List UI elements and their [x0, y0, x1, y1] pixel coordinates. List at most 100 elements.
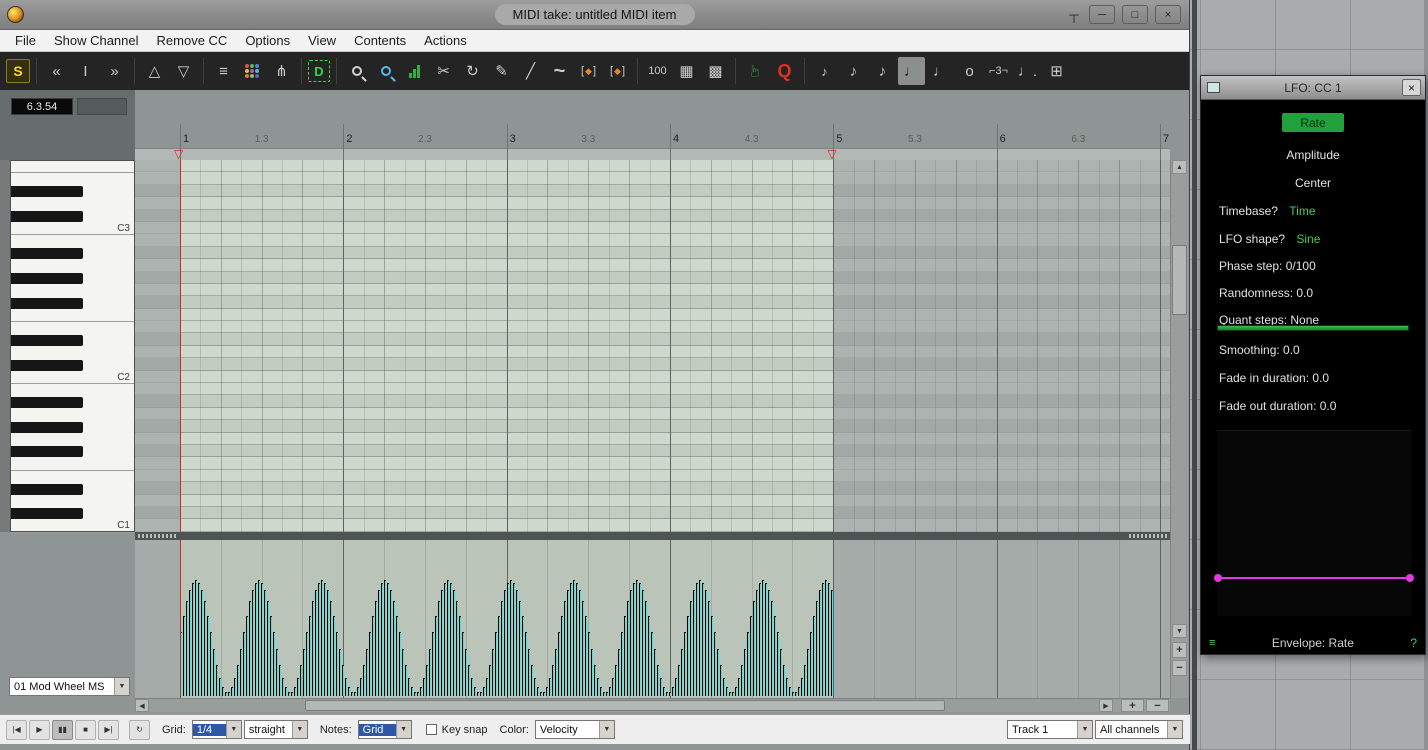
- piano-key-gs1[interactable]: [11, 421, 134, 433]
- grid-divide-button[interactable]: ▦: [673, 57, 700, 85]
- cc-lane-select[interactable]: 01 Mod Wheel MS ▼: [9, 677, 130, 696]
- lfo-titlebar[interactable]: LFO: CC 1 ×: [1201, 76, 1425, 100]
- note-colors-button[interactable]: [239, 57, 266, 85]
- lfo-timebase-value[interactable]: Time: [1289, 204, 1315, 218]
- velocity-stalks-button[interactable]: [401, 57, 428, 85]
- piano-key-as1[interactable]: [11, 396, 134, 408]
- piano-key-d3[interactable]: [11, 198, 134, 210]
- lfo-help-icon[interactable]: ?: [1410, 636, 1417, 650]
- menu-item-file[interactable]: File: [6, 31, 45, 50]
- note-length-2-button[interactable]: ♩: [927, 57, 954, 85]
- notes-grid-select[interactable]: Grid ▼: [358, 720, 412, 739]
- loop-marker-start[interactable]: ▽: [174, 147, 183, 160]
- horizontal-scroll-thumb[interactable]: [305, 700, 945, 711]
- piano-key-f1[interactable]: [11, 458, 134, 470]
- piano-key-g2[interactable]: [11, 285, 134, 297]
- piano-key-e3[interactable]: [11, 173, 134, 185]
- loop-marker-strip[interactable]: [135, 148, 1170, 160]
- pin-icon[interactable]: ┬: [1066, 7, 1082, 22]
- piano-key-a1[interactable]: [11, 409, 134, 421]
- piano-key-g1[interactable]: [11, 434, 134, 446]
- lfo-envelope-point-end[interactable]: [1406, 574, 1414, 582]
- note-chase-button[interactable]: ⋔: [268, 57, 295, 85]
- reverse-notes-button[interactable]: ↻: [459, 57, 486, 85]
- piano-key-d2[interactable]: [11, 347, 134, 359]
- channel-select[interactable]: All channels ▼: [1095, 720, 1183, 739]
- scroll-left-button[interactable]: ◀: [135, 699, 149, 712]
- scroll-right-button[interactable]: ▶: [1099, 699, 1113, 712]
- timeline-ruler[interactable]: 11.322.333.344.355.366.37▽▽: [135, 90, 1170, 160]
- transpose-down-button[interactable]: ▽: [170, 57, 197, 85]
- maximize-button[interactable]: □: [1122, 5, 1148, 24]
- track-select[interactable]: Track 1 ▼: [1007, 720, 1093, 739]
- piano-key-gs2[interactable]: [11, 273, 134, 285]
- play-button[interactable]: ▶: [29, 720, 50, 740]
- piano-key-cs2[interactable]: [11, 359, 134, 371]
- lfo-rate-button[interactable]: Rate: [1282, 113, 1344, 132]
- marquee-start-button[interactable]: [◆]: [575, 57, 602, 85]
- color-mode-select[interactable]: Velocity ▼: [535, 720, 615, 739]
- hzoom-in-button[interactable]: +: [1121, 699, 1144, 712]
- vertical-scroll-thumb[interactable]: [1172, 245, 1187, 315]
- stop-button[interactable]: ■: [75, 720, 96, 740]
- lfo-close-button[interactable]: ×: [1402, 79, 1421, 96]
- note-rows-button[interactable]: ≡: [210, 57, 237, 85]
- grid-swing-select[interactable]: straight ▼: [244, 720, 308, 739]
- vzoom-out-button[interactable]: −: [1172, 660, 1187, 676]
- piano-key-ds1[interactable]: [11, 483, 134, 495]
- menu-item-options[interactable]: Options: [236, 31, 299, 50]
- menu-item-contents[interactable]: Contents: [345, 31, 415, 50]
- zoom-locked-button[interactable]: [372, 57, 399, 85]
- piano-key-ds3[interactable]: [11, 186, 134, 198]
- close-button[interactable]: ×: [1155, 5, 1181, 24]
- piano-keyboard[interactable]: C3C2C1: [10, 160, 135, 532]
- lfo-phase-step[interactable]: Phase step: 0/100: [1219, 259, 1316, 273]
- split-notes-button[interactable]: ✂: [430, 57, 457, 85]
- menu-item-remove-cc[interactable]: Remove CC: [148, 31, 237, 50]
- piano-key-c3[interactable]: C3: [11, 223, 134, 235]
- lane-splitter[interactable]: [135, 532, 1170, 540]
- lfo-amplitude-button[interactable]: Amplitude: [1201, 148, 1425, 162]
- piano-key-b1[interactable]: [11, 384, 134, 396]
- note-length-4-button[interactable]: ♩: [898, 57, 925, 85]
- note-length-whole-button[interactable]: o: [956, 57, 983, 85]
- quantize-button[interactable]: Q: [771, 57, 798, 85]
- velocity-100-button[interactable]: 100: [644, 57, 671, 85]
- note-dotted-button[interactable]: ♩.: [1014, 57, 1041, 85]
- lfo-randomness[interactable]: Randomness: 0.0: [1219, 286, 1313, 300]
- lfo-shape-value[interactable]: Sine: [1296, 232, 1320, 246]
- note-length-32-button[interactable]: ♪: [811, 57, 838, 85]
- loop-marker-end[interactable]: ▽: [827, 147, 836, 160]
- lfo-smoothing[interactable]: Smoothing: 0.0: [1219, 343, 1300, 357]
- vzoom-in-button[interactable]: +: [1172, 642, 1187, 658]
- curve-tool-button[interactable]: ~: [546, 57, 573, 85]
- zoom-content-button[interactable]: [343, 57, 370, 85]
- draw-tool-button[interactable]: ✎: [488, 57, 515, 85]
- piano-key-fs1[interactable]: [11, 446, 134, 458]
- go-start-button[interactable]: |◀: [6, 720, 27, 740]
- note-length-16-button[interactable]: ♪: [840, 57, 867, 85]
- vertical-scrollbar[interactable]: ▲ ▼ + −: [1170, 160, 1188, 698]
- key-snap-checkbox[interactable]: [426, 724, 437, 735]
- prev-note-button[interactable]: «: [43, 57, 70, 85]
- transpose-up-button[interactable]: △: [141, 57, 168, 85]
- scroll-down-button[interactable]: ▼: [1172, 624, 1187, 638]
- lfo-fade-out[interactable]: Fade out duration: 0.0: [1219, 399, 1336, 413]
- lfo-fade-in[interactable]: Fade in duration: 0.0: [1219, 371, 1329, 385]
- piano-key-c1[interactable]: C1: [11, 520, 134, 532]
- hzoom-out-button[interactable]: −: [1146, 699, 1169, 712]
- minimize-button[interactable]: ─: [1089, 5, 1115, 24]
- lfo-envelope-line[interactable]: [1217, 577, 1411, 579]
- note-grid-sync-button[interactable]: ⊞: [1043, 57, 1070, 85]
- repeat-button[interactable]: ↻: [129, 720, 150, 740]
- marquee-end-button[interactable]: [◆]: [604, 57, 631, 85]
- note-length-8-button[interactable]: ♪: [869, 57, 896, 85]
- piano-key-d1[interactable]: [11, 496, 134, 508]
- lfo-center-button[interactable]: Center: [1201, 176, 1425, 190]
- scroll-up-button[interactable]: ▲: [1172, 160, 1187, 174]
- menu-item-show-channel[interactable]: Show Channel: [45, 31, 148, 50]
- piano-key-fs2[interactable]: [11, 297, 134, 309]
- piano-key-e1[interactable]: [11, 471, 134, 483]
- menu-item-view[interactable]: View: [299, 31, 345, 50]
- cc-lane[interactable]: [135, 540, 1170, 698]
